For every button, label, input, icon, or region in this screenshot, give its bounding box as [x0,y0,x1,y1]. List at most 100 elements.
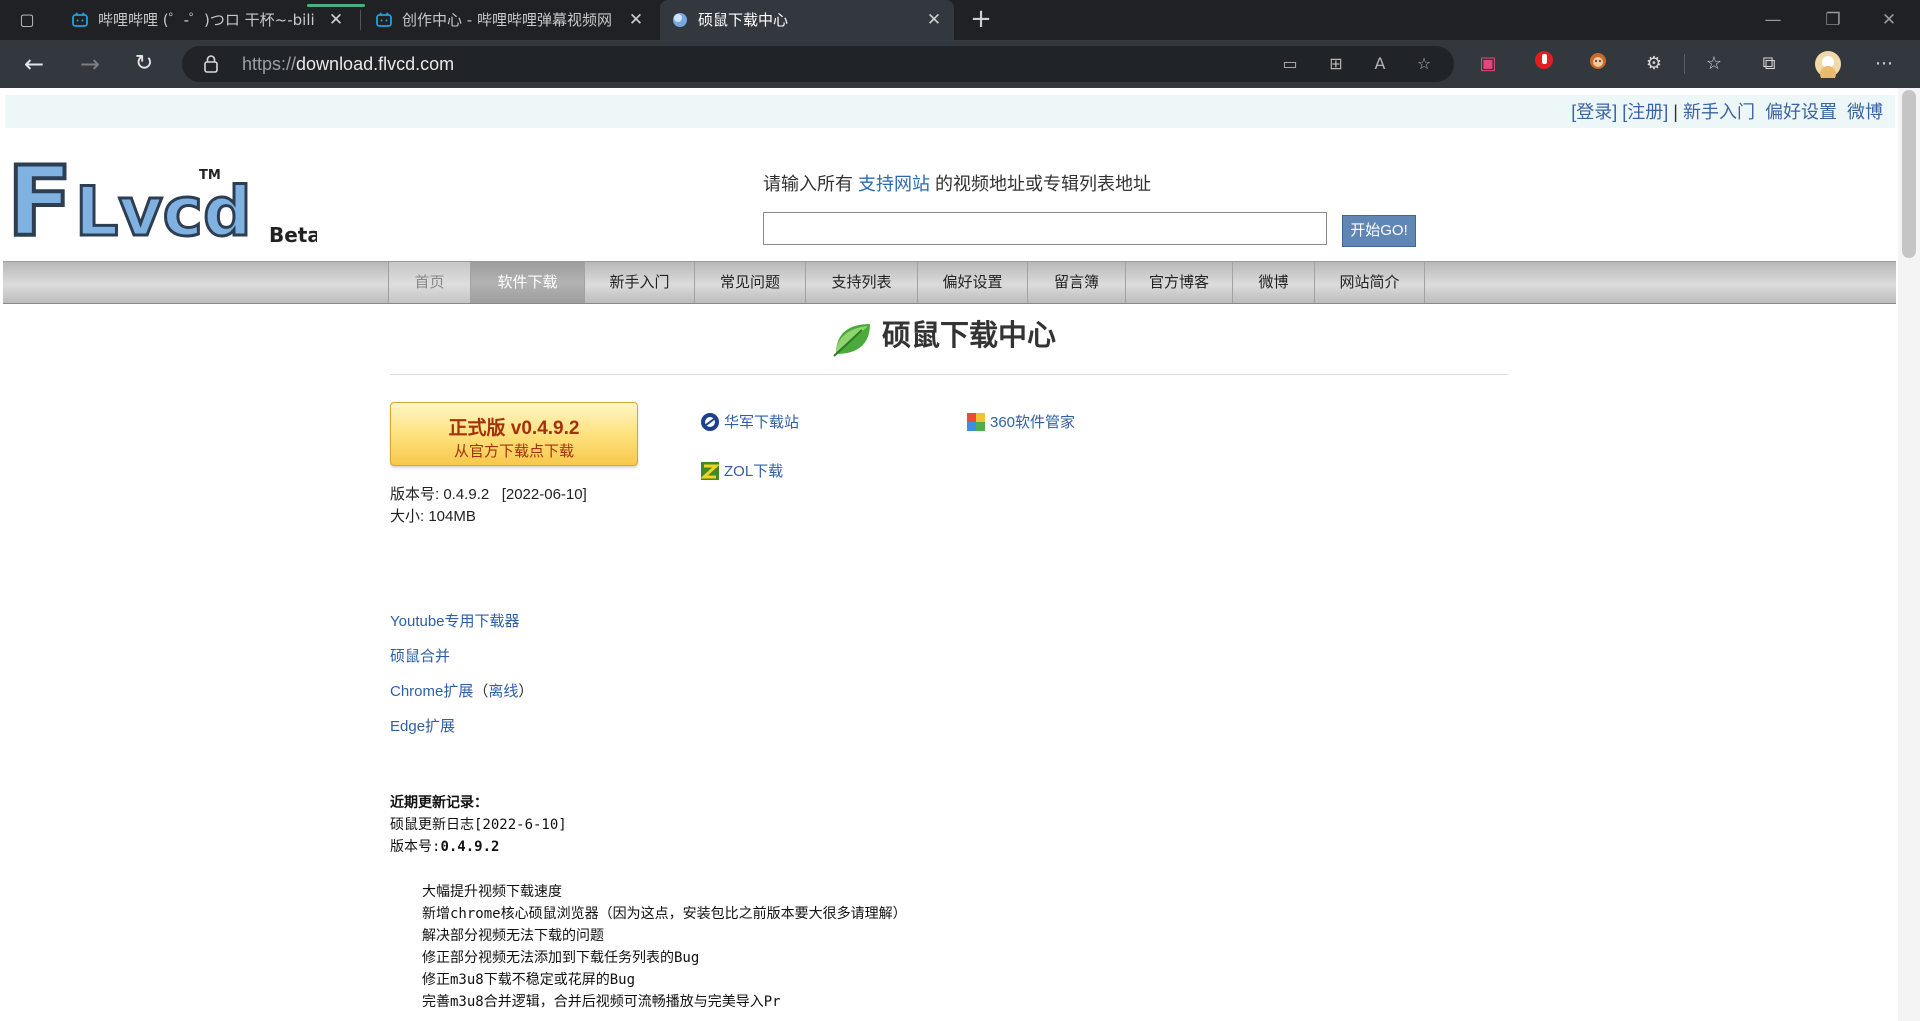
address-toolbar: ← → ↻ https://download.flvcd.com ▭ ⊞ A ☆… [0,40,1920,88]
back-icon[interactable]: ← [20,50,48,78]
mirror-label: 华军下载站 [724,414,800,431]
tab-actions-icon[interactable]: ▢ [16,9,38,31]
close-window-icon[interactable]: ✕ [1866,0,1912,40]
changelog-item: 修正部分视频无法添加到下载任务列表的Bug [422,950,700,966]
adblock-shape [1535,51,1553,69]
logo-letters: Lvcd [75,173,252,243]
top-strip: [登录] [注册] | 新手入门 偏好设置 微博 [5,95,1895,128]
youtube-downloader-link[interactable]: Youtube专用下载器 [390,610,520,631]
size-info: 大小: 104MB [390,508,476,525]
tab-title: 哔哩哔哩 (゜-゜)つロ 干杯~-bilibili [98,11,316,29]
collections-icon[interactable]: ⧉ [1755,50,1783,78]
tab-title: 创作中心 - 哔哩哔哩弹幕视频网 [402,11,612,29]
mirror-360[interactable]: 360软件管家 [966,411,1075,432]
nav-newbie[interactable]: 新手入门 [584,262,694,303]
go-button[interactable]: 开始GO! [1342,215,1416,247]
monkey-extension-icon[interactable] [1584,50,1612,78]
nav-software[interactable]: 软件下载 [470,262,584,303]
supported-sites-link[interactable]: 支持网站 [858,174,930,194]
huajun-icon [701,413,719,431]
version-info: 版本号: 0.4.9.2 [2022-06-10] [390,486,587,503]
360-icon [967,413,985,431]
nav-preferences[interactable]: 偏好设置 [917,262,1027,303]
mirror-huajun[interactable]: 华军下载站 [700,411,799,432]
changelog-item: 大幅提升视频下载速度 [422,884,562,900]
edge-extension-link[interactable]: Edge扩展 [390,715,455,736]
scrollbar-thumb[interactable] [1902,90,1916,258]
flvcd-logo[interactable]: F Lvcd TM Beta [5,143,317,243]
tab-flvcd[interactable]: 硕鼠下载中心 ✕ [660,0,954,40]
restore-icon[interactable]: ❐ [1810,0,1856,40]
add-favorite-icon[interactable]: ☆ [1412,53,1436,75]
monkey-shape [1590,53,1606,69]
close-tab-icon[interactable]: ✕ [924,0,944,40]
changelog-item: 新增chrome核心硕鼠浏览器（因为这点，安装包比之前版本要大很多请理解） [422,906,907,922]
mirror-zol[interactable]: ZOL下载 [700,460,783,481]
search-hint-before: 请输入所有 [763,174,853,194]
nav-about[interactable]: 网站简介 [1314,262,1425,303]
logo-tm: TM [199,168,221,183]
main-nav: 首页 软件下载 新手入门 常见问题 支持列表 偏好设置 留言簿 官方博客 微博 … [3,261,1896,304]
newbie-link[interactable]: 新手入门 [1683,102,1755,122]
chrome-extension-row: Chrome扩展（离线） [390,680,533,701]
login-link[interactable]: [登录] [1571,102,1617,122]
tab-bilibili-creator[interactable]: 创作中心 - 哔哩哔哩弹幕视频网 ✕ [364,0,656,40]
read-aloud-icon[interactable]: A [1368,53,1392,75]
paren-close: ） [518,683,534,700]
page-scrollbar[interactable] [1898,88,1920,1021]
favorites-icon[interactable]: ☆ [1700,50,1728,78]
avatar-shape [1815,51,1841,82]
avatar[interactable] [1814,50,1842,82]
minimize-icon[interactable]: — [1750,0,1796,40]
nav-blog[interactable]: 官方博客 [1125,262,1232,303]
loading-indicator [307,4,365,7]
zol-icon [700,462,720,480]
changelog-version: 版本号:0.4.9.2 [390,836,499,856]
url-scheme: https:// [242,54,297,74]
download-label: 正式版 v0.4.9.2 [448,418,580,439]
prefs-link[interactable]: 偏好设置 [1765,102,1837,122]
close-tab-icon[interactable]: ✕ [626,0,646,40]
tab-bar: ▢ 哔哩哔哩 (゜-゜)つロ 干杯~-bilibili ✕ 创作中心 - 哔哩哔… [0,0,1920,40]
changelog-item: 完善m3u8合并逻辑，合并后视频可流畅播放与完美导入Pr [422,994,781,1010]
page-title: 硕鼠下载中心 [882,320,1057,352]
address-bar[interactable]: https://download.flvcd.com ▭ ⊞ A ☆ [182,46,1454,82]
page-content: [登录] [注册] | 新手入门 偏好设置 微博 F Lvcd TM Beta … [0,88,1898,1021]
changelog-item: 修正m3u8下载不稳定或花屏的Bug [422,972,636,988]
toolbar-divider [1684,54,1685,74]
weibo-link[interactable]: 微博 [1847,102,1883,122]
nav-support-list[interactable]: 支持列表 [805,262,917,303]
cast-icon[interactable]: ▭ [1278,53,1302,75]
video-url-input[interactable] [763,212,1327,245]
forward-icon[interactable]: → [76,50,104,78]
refresh-icon[interactable]: ↻ [130,50,158,78]
chrome-offline-link[interactable]: 离线 [488,683,518,700]
bilibili-extension-icon[interactable]: ▣ [1474,50,1502,78]
download-sub: 从官方下载点下载 [453,443,574,460]
tab-title: 硕鼠下载中心 [698,11,789,29]
logo-beta: Beta [269,223,317,243]
merge-link[interactable]: 硕鼠合并 [390,645,450,666]
nav-faq[interactable]: 常见问题 [694,262,805,303]
version-value: 0.4.9.2 [440,839,500,855]
extensions-icon[interactable]: ⚙ [1640,50,1668,78]
register-link[interactable]: [注册] [1622,102,1668,122]
nav-home[interactable]: 首页 [388,262,470,303]
version-label: 版本号: [390,839,441,855]
more-menu-icon[interactable]: ⋯ [1870,50,1898,78]
apps-icon[interactable]: ⊞ [1324,53,1348,75]
nav-weibo[interactable]: 微博 [1232,262,1314,303]
changelog-item: 解决部分视频无法下载的问题 [422,928,604,944]
url-text[interactable]: https://download.flvcd.com [242,46,454,82]
search-hint-after: 的视频地址或专辑列表地址 [935,174,1152,194]
bilibili-icon [376,12,392,27]
chrome-extension-link[interactable]: Chrome扩展 [390,683,473,700]
mirror-label: 360软件管家 [990,414,1076,431]
adblock-extension-icon[interactable] [1530,50,1558,78]
nav-guestbook[interactable]: 留言簿 [1027,262,1125,303]
download-button[interactable]: 正式版 v0.4.9.2 从官方下载点下载 [390,402,638,466]
new-tab-icon[interactable]: + [966,5,996,35]
logo-letter-f: F [7,146,73,243]
mirror-label: ZOL下载 [724,463,784,480]
bilibili-icon [72,12,88,27]
